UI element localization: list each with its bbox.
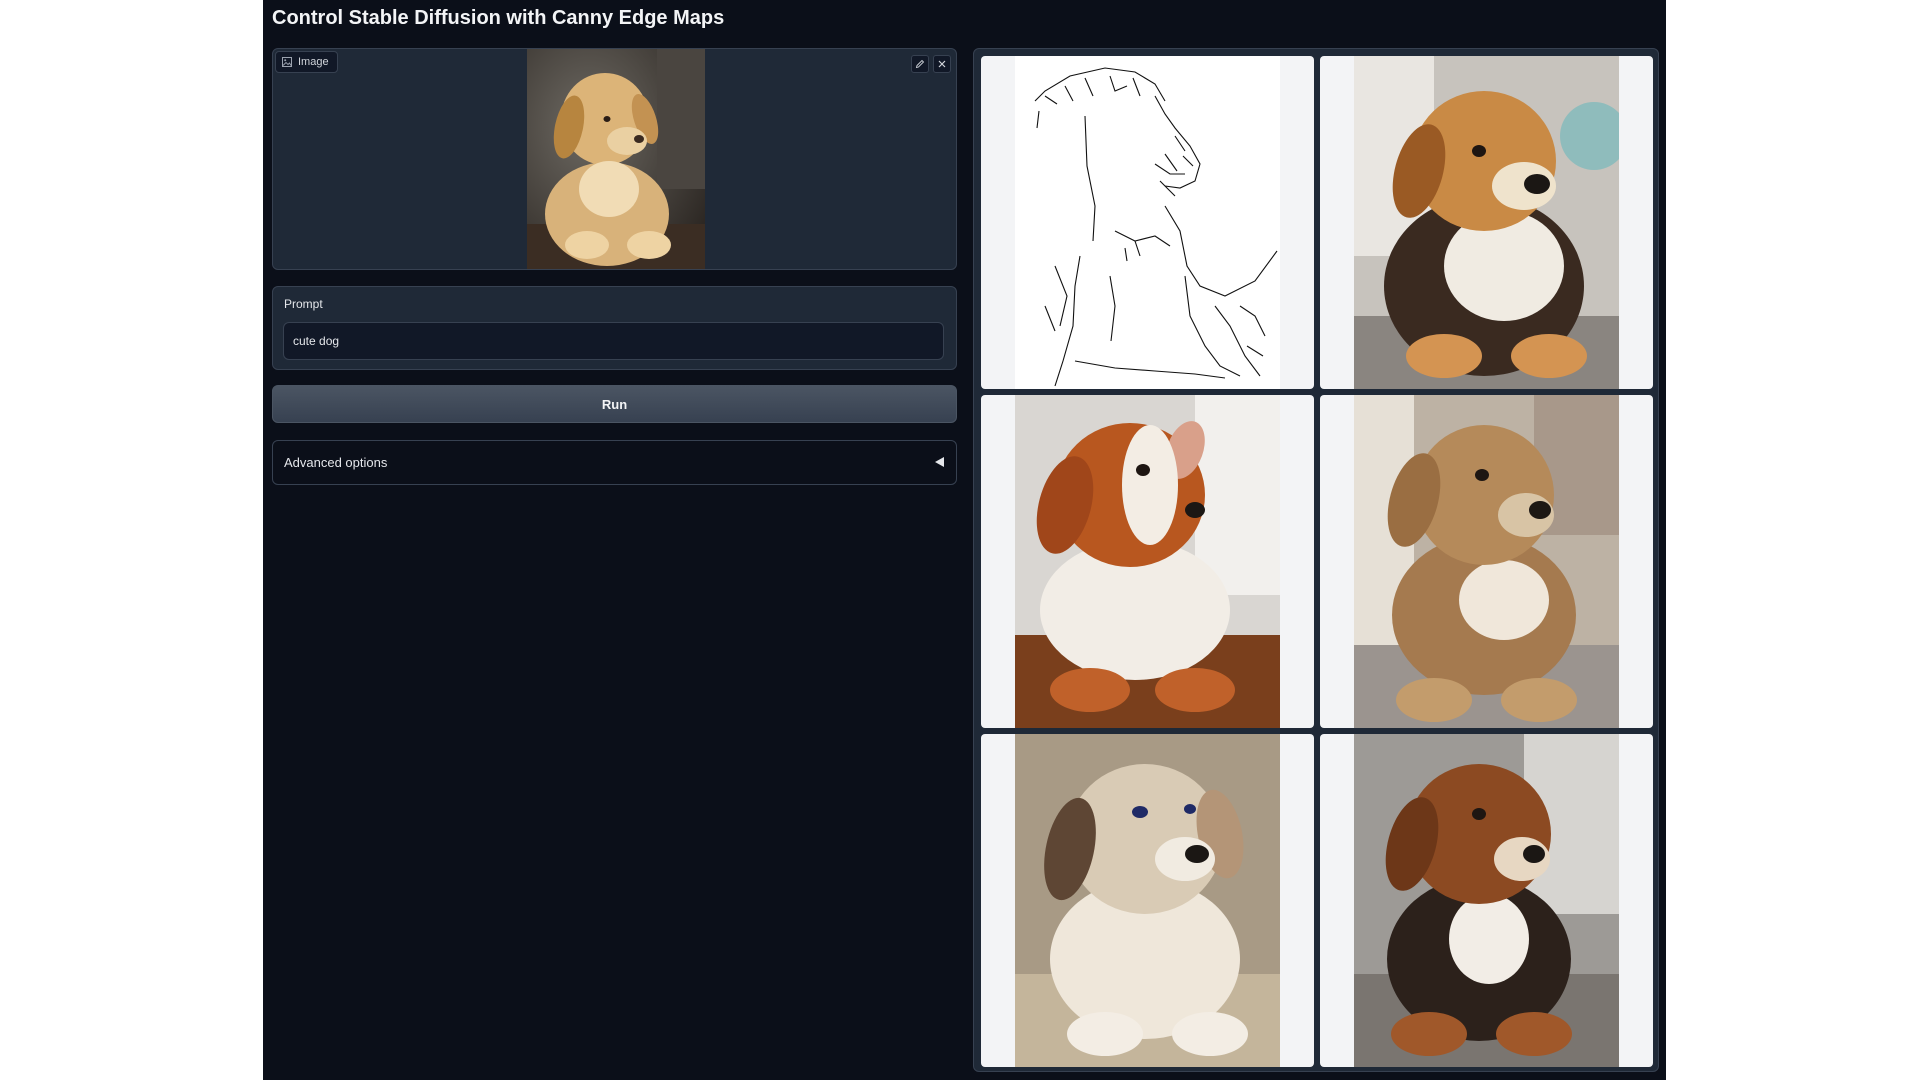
gallery-item-generated-1[interactable] — [1320, 56, 1653, 389]
image-label: Image — [298, 56, 329, 68]
image-label-badge: Image — [275, 51, 338, 73]
edit-image-button[interactable] — [911, 55, 929, 73]
generated-dog-image — [1015, 734, 1280, 1067]
gallery-item-generated-5[interactable] — [1320, 734, 1653, 1067]
source-dog-photo — [527, 49, 705, 269]
canny-edge-map-image — [1015, 56, 1280, 389]
output-gallery — [973, 48, 1659, 1072]
generated-dog-image — [1015, 395, 1280, 728]
page-title: Control Stable Diffusion with Canny Edge… — [272, 7, 725, 29]
caret-left-icon — [935, 457, 944, 467]
close-icon — [938, 60, 946, 68]
app-container: Control Stable Diffusion with Canny Edge… — [263, 0, 1666, 1080]
gallery-item-generated-3[interactable] — [1320, 395, 1653, 728]
pencil-icon — [915, 59, 925, 69]
gallery-item-generated-4[interactable] — [981, 734, 1314, 1067]
clear-image-button[interactable] — [933, 55, 951, 73]
prompt-input[interactable] — [283, 322, 944, 360]
advanced-options-label: Advanced options — [284, 455, 388, 470]
generated-dog-image — [1354, 734, 1619, 1067]
run-button[interactable]: Run — [272, 385, 957, 423]
image-icon — [282, 57, 292, 67]
prompt-label: Prompt — [284, 297, 323, 311]
prompt-block: Prompt — [272, 286, 957, 370]
gallery-item-generated-2[interactable] — [981, 395, 1314, 728]
generated-dog-image — [1354, 56, 1619, 389]
advanced-options-accordion[interactable]: Advanced options — [272, 440, 957, 485]
generated-dog-image — [1354, 395, 1619, 728]
image-input[interactable]: Image — [272, 48, 957, 270]
gallery-item-edge-map[interactable] — [981, 56, 1314, 389]
